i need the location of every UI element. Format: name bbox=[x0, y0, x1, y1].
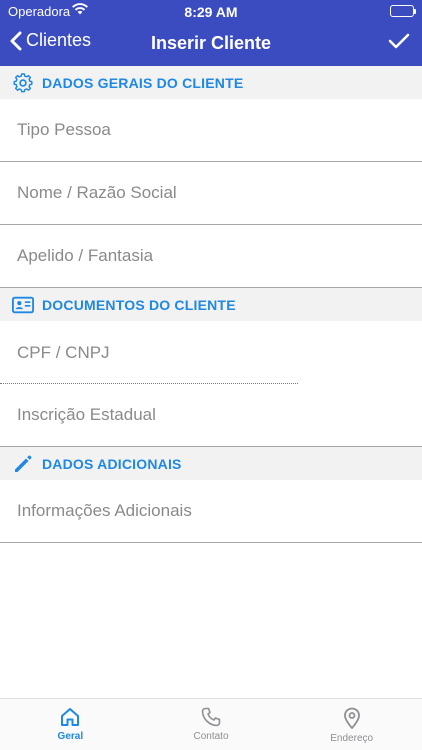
nome-razao-social-field[interactable]: Nome / Razão Social bbox=[0, 162, 422, 225]
section-header-documents: DOCUMENTOS DO CLIENTE bbox=[0, 288, 422, 321]
tab-endereco[interactable]: Endereço bbox=[281, 699, 422, 750]
id-card-icon bbox=[12, 294, 34, 316]
status-time: 8:29 AM bbox=[184, 4, 238, 20]
tipo-pessoa-field[interactable]: Tipo Pessoa bbox=[0, 99, 422, 162]
cpf-cnpj-field[interactable]: CPF / CNPJ bbox=[0, 321, 422, 384]
map-pin-icon bbox=[343, 707, 360, 729]
apelido-fantasia-field[interactable]: Apelido / Fantasia bbox=[0, 225, 422, 288]
navigation-bar: Clientes Inserir Cliente bbox=[0, 24, 422, 64]
home-icon bbox=[61, 708, 80, 726]
section-header-general: DADOS GERAIS DO CLIENTE bbox=[0, 66, 422, 99]
tab-geral-label: Geral bbox=[57, 731, 84, 742]
checkmark-icon bbox=[388, 33, 410, 49]
section-title-documents: DOCUMENTOS DO CLIENTE bbox=[42, 296, 236, 313]
section-header-additional: DADOS ADICIONAIS bbox=[0, 447, 422, 480]
section-title-general: DADOS GERAIS DO CLIENTE bbox=[42, 74, 244, 91]
section-title-additional: DADOS ADICIONAIS bbox=[42, 455, 182, 472]
page-title: Inserir Cliente bbox=[150, 33, 272, 53]
confirm-button[interactable] bbox=[388, 32, 410, 55]
pencil-icon bbox=[12, 453, 34, 475]
status-bar: Operadora 8:29 AM bbox=[0, 0, 422, 22]
app-header: Operadora 8:29 AM Clientes Inserir Clien… bbox=[0, 0, 422, 66]
tab-endereco-label: Endereço bbox=[330, 733, 374, 744]
tab-geral[interactable]: Geral bbox=[0, 699, 141, 750]
phone-icon bbox=[201, 707, 221, 727]
informacoes-adicionais-field[interactable]: Informações Adicionais bbox=[0, 480, 422, 543]
form-content: DADOS GERAIS DO CLIENTE Tipo Pessoa Nome… bbox=[0, 66, 422, 698]
gear-icon bbox=[12, 72, 34, 94]
tab-contato[interactable]: Contato bbox=[141, 699, 282, 750]
inscricao-estadual-field[interactable]: Inscrição Estadual bbox=[0, 384, 422, 447]
tab-contato-label: Contato bbox=[193, 731, 229, 742]
battery-icon bbox=[390, 5, 416, 17]
tab-bar: Geral Contato Endereço bbox=[0, 698, 422, 750]
